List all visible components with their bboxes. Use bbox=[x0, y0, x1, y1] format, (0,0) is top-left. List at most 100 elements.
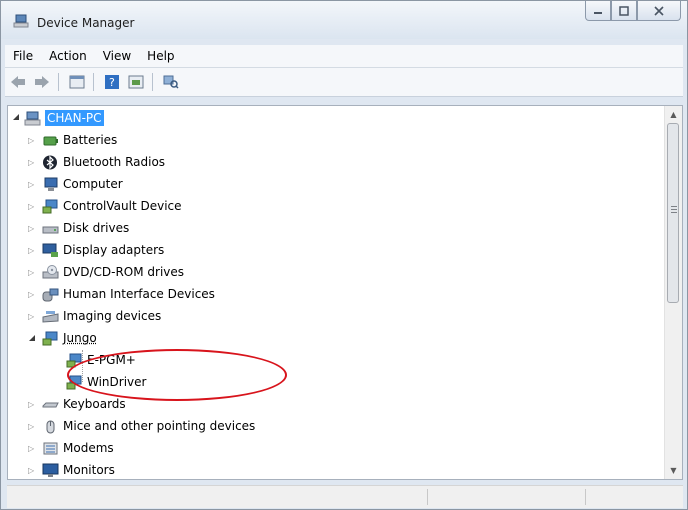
expand-triangle-icon[interactable]: ▷ bbox=[28, 180, 42, 189]
tree-item[interactable]: ▷ Imaging devices bbox=[28, 306, 161, 326]
tree-item-label: Display adapters bbox=[63, 243, 165, 257]
collapse-triangle-icon[interactable] bbox=[28, 334, 42, 342]
tree-item-label: Computer bbox=[63, 177, 123, 191]
help-icon: ? bbox=[105, 75, 119, 89]
menu-help[interactable]: Help bbox=[139, 49, 182, 63]
menu-view[interactable]: View bbox=[95, 49, 139, 63]
title-bar: Device Manager bbox=[1, 1, 687, 39]
properties-icon bbox=[69, 75, 85, 89]
tree-item[interactable]: ▷ ControlVault Device bbox=[28, 196, 182, 216]
maximize-icon bbox=[619, 5, 629, 16]
tree-item[interactable]: ▷ Batteries bbox=[28, 130, 117, 150]
monitor-icon bbox=[42, 463, 59, 478]
toolbar-separator bbox=[58, 73, 59, 91]
expand-triangle-icon[interactable]: ▷ bbox=[28, 268, 42, 277]
collapse-triangle-icon[interactable] bbox=[12, 113, 22, 123]
update-driver-button[interactable] bbox=[125, 71, 147, 93]
expand-triangle-icon[interactable]: ▷ bbox=[28, 158, 42, 167]
display-icon bbox=[42, 243, 59, 258]
keyboard-icon bbox=[42, 397, 59, 412]
device-manager-icon bbox=[13, 14, 29, 28]
minimize-button[interactable] bbox=[585, 1, 611, 21]
tree-item[interactable]: ▷ Bluetooth Radios bbox=[28, 152, 165, 172]
device-tree[interactable]: CHAN-PC ▷ Batteries ▷ Bluetooth Radios ▷… bbox=[7, 105, 683, 480]
back-icon bbox=[11, 76, 25, 88]
toolbar: ? bbox=[5, 68, 683, 97]
tree-root-row[interactable]: CHAN-PC bbox=[12, 108, 104, 128]
expand-triangle-icon[interactable]: ▷ bbox=[28, 224, 42, 233]
tree-item-label: Keyboards bbox=[63, 397, 126, 411]
expand-triangle-icon[interactable]: ▷ bbox=[28, 246, 42, 255]
tree-item-label: Batteries bbox=[63, 133, 118, 147]
menu-file[interactable]: File bbox=[5, 49, 41, 63]
window-title: Device Manager bbox=[37, 16, 135, 30]
expand-triangle-icon[interactable]: ▷ bbox=[28, 202, 42, 211]
hid-icon bbox=[42, 287, 59, 302]
scroll-grip bbox=[671, 209, 677, 210]
expand-triangle-icon[interactable]: ▷ bbox=[28, 290, 42, 299]
back-button[interactable] bbox=[7, 71, 29, 93]
svg-text:?: ? bbox=[109, 76, 115, 89]
forward-icon bbox=[35, 76, 49, 88]
tree-item-label: Imaging devices bbox=[63, 309, 162, 323]
scan-hardware-button[interactable] bbox=[160, 71, 182, 93]
forward-button[interactable] bbox=[31, 71, 53, 93]
expand-triangle-icon[interactable]: ▷ bbox=[28, 444, 42, 453]
bluetooth-icon bbox=[42, 155, 59, 170]
toolbar-separator bbox=[93, 73, 94, 91]
tree-item-label: DVD/CD-ROM drives bbox=[63, 265, 185, 279]
tree-item[interactable]: ▷ Display adapters bbox=[28, 240, 164, 260]
properties-button[interactable] bbox=[66, 71, 88, 93]
close-button[interactable] bbox=[637, 1, 681, 21]
tree-item-jungo[interactable]: Jungo bbox=[28, 328, 97, 348]
close-icon bbox=[654, 5, 664, 16]
tree-item[interactable]: ▷ Mice and other pointing devices bbox=[28, 416, 255, 436]
expand-triangle-icon[interactable]: ▷ bbox=[28, 136, 42, 145]
expand-triangle-icon[interactable]: ▷ bbox=[28, 400, 42, 409]
tree-item[interactable]: ▷ Computer bbox=[28, 174, 123, 194]
tree-item[interactable]: ▷ Disk drives bbox=[28, 218, 129, 238]
scroll-thumb[interactable] bbox=[667, 123, 679, 303]
tree-child-label: WinDriver bbox=[87, 375, 147, 389]
computer-icon bbox=[42, 177, 59, 192]
tree-item-label: Modems bbox=[63, 441, 114, 455]
tree-child-item[interactable]: WinDriver bbox=[66, 372, 146, 392]
device-icon bbox=[42, 331, 59, 346]
tree-child-item[interactable]: E-PGM+ bbox=[66, 350, 136, 370]
tree-item[interactable]: ▷ Human Interface Devices bbox=[28, 284, 215, 304]
scroll-grip bbox=[671, 206, 677, 207]
vertical-scrollbar[interactable]: ▲ ▼ bbox=[664, 106, 682, 479]
caption-buttons bbox=[585, 1, 681, 23]
dvd-icon bbox=[42, 264, 59, 280]
scroll-grip bbox=[671, 212, 677, 213]
device-icon bbox=[42, 199, 59, 214]
tree-item-label: Jungo bbox=[63, 331, 97, 345]
status-bar bbox=[7, 485, 683, 508]
expand-triangle-icon[interactable]: ▷ bbox=[28, 466, 42, 475]
tree-item[interactable]: ▷ Modems bbox=[28, 438, 114, 458]
tree-item-label: Human Interface Devices bbox=[63, 287, 215, 301]
expand-triangle-icon[interactable]: ▷ bbox=[28, 312, 42, 321]
device-manager-window: Device Manager File Action View Help ? C… bbox=[0, 0, 688, 510]
menu-action[interactable]: Action bbox=[41, 49, 95, 63]
menu-bar: File Action View Help bbox=[5, 45, 683, 68]
maximize-button[interactable] bbox=[611, 1, 637, 21]
imaging-icon bbox=[42, 309, 59, 324]
tree-item-label: ControlVault Device bbox=[63, 199, 182, 213]
help-button[interactable]: ? bbox=[101, 71, 123, 93]
tree-item-label: Monitors bbox=[63, 463, 115, 477]
scroll-up-arrow-icon[interactable]: ▲ bbox=[665, 106, 682, 123]
expand-triangle-icon[interactable]: ▷ bbox=[28, 422, 42, 431]
tree-connector bbox=[82, 350, 84, 382]
tree-item[interactable]: ▷ Keyboards bbox=[28, 394, 126, 414]
status-divider bbox=[585, 489, 586, 505]
minimize-icon bbox=[594, 11, 602, 14]
update-driver-icon bbox=[128, 75, 144, 89]
tree-item-label: Mice and other pointing devices bbox=[63, 419, 256, 433]
tree-item-label: Bluetooth Radios bbox=[63, 155, 166, 169]
tree-item[interactable]: ▷ DVD/CD-ROM drives bbox=[28, 262, 184, 282]
tree-item[interactable]: ▷ Monitors bbox=[28, 460, 115, 479]
scroll-down-arrow-icon[interactable]: ▼ bbox=[665, 462, 682, 479]
device-icon bbox=[66, 375, 83, 390]
tree-root-label[interactable]: CHAN-PC bbox=[45, 110, 104, 126]
